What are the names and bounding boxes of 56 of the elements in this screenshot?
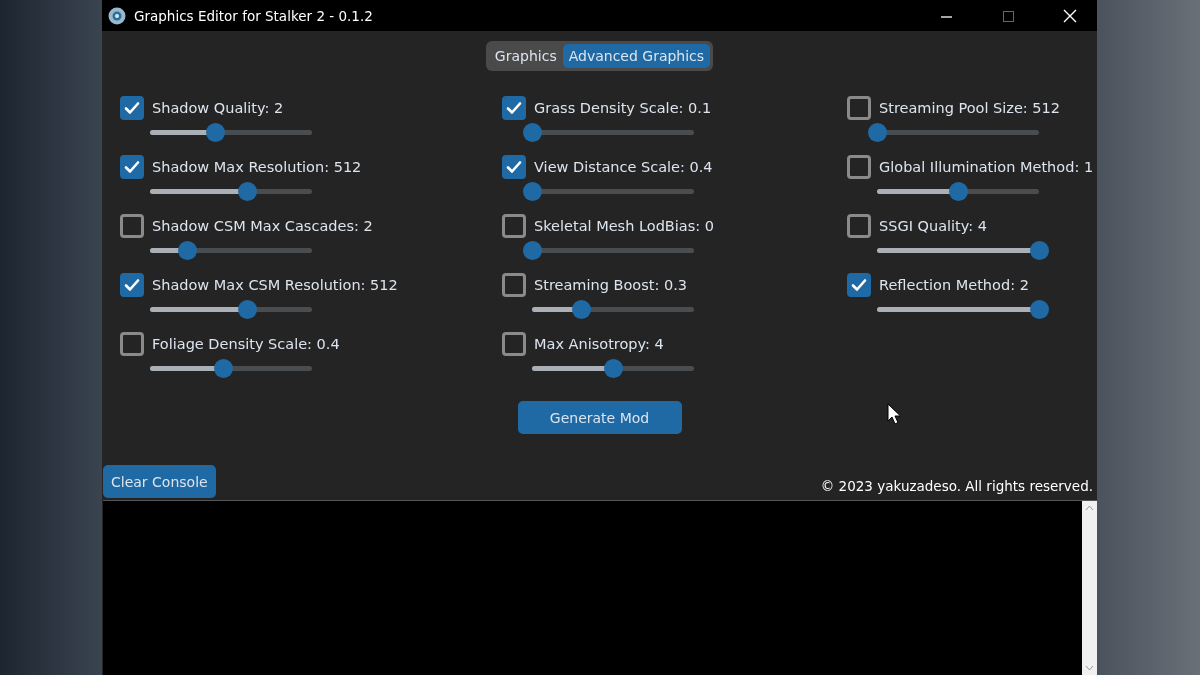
checkbox[interactable] bbox=[120, 214, 144, 238]
slider-thumb[interactable] bbox=[523, 241, 542, 260]
slider-thumb[interactable] bbox=[949, 182, 968, 201]
window-title: Graphics Editor for Stalker 2 - 0.1.2 bbox=[134, 7, 374, 24]
slider-thumb[interactable] bbox=[604, 359, 623, 378]
setting-label: SSGI Quality: 4 bbox=[879, 218, 987, 234]
setting-label: Skeletal Mesh LodBias: 0 bbox=[534, 218, 714, 234]
setting-label: Reflection Method: 2 bbox=[879, 277, 1029, 293]
slider-thumb[interactable] bbox=[238, 182, 258, 201]
checkbox[interactable] bbox=[502, 332, 526, 356]
setting-label: Max Anisotropy: 4 bbox=[534, 336, 664, 352]
checkbox[interactable] bbox=[847, 155, 871, 179]
setting-label: Global Illumination Method: 1 bbox=[879, 159, 1094, 175]
generate-mod-button[interactable]: Generate Mod bbox=[517, 401, 682, 434]
checkbox[interactable] bbox=[502, 155, 526, 179]
slider-thumb[interactable] bbox=[1030, 241, 1049, 260]
setting-label: Shadow Max Resolution: 512 bbox=[152, 159, 362, 175]
slider-thumb[interactable] bbox=[868, 123, 887, 142]
setting-label: Shadow Quality: 2 bbox=[152, 100, 284, 116]
setting-label: Streaming Boost: 0.3 bbox=[534, 277, 687, 293]
checkbox[interactable] bbox=[847, 214, 871, 238]
setting-label: Grass Density Scale: 0.1 bbox=[534, 100, 712, 116]
slider-thumb[interactable] bbox=[205, 123, 225, 142]
checkbox[interactable] bbox=[120, 273, 144, 297]
slider-thumb[interactable] bbox=[213, 359, 233, 378]
setting-label: Streaming Pool Size: 512 bbox=[879, 100, 1061, 116]
clear-console-button[interactable]: Clear Console bbox=[103, 465, 216, 498]
slider-thumb[interactable] bbox=[571, 300, 591, 319]
setting-label: Shadow Max CSM Resolution: 512 bbox=[152, 277, 398, 293]
tab[interactable]: Advanced Graphics bbox=[562, 44, 711, 68]
slider-thumb[interactable] bbox=[523, 182, 542, 201]
slider-thumb[interactable] bbox=[1030, 300, 1049, 319]
checkmark-icon bbox=[124, 101, 140, 115]
setting-label: Shadow CSM Max Cascades: 2 bbox=[152, 218, 373, 234]
checkmark-icon bbox=[124, 160, 140, 174]
slider-thumb[interactable] bbox=[523, 123, 542, 142]
app-icon bbox=[108, 6, 126, 25]
copyright-text: © 2023 yakuzadeso. All rights reserved. bbox=[820, 478, 1093, 494]
checkbox[interactable] bbox=[502, 214, 526, 238]
checkmark-icon bbox=[124, 278, 140, 292]
setting-label: View Distance Scale: 0.4 bbox=[534, 159, 713, 175]
checkbox[interactable] bbox=[502, 273, 526, 297]
checkbox[interactable] bbox=[502, 96, 526, 120]
checkmark-icon bbox=[851, 278, 867, 292]
checkbox[interactable] bbox=[120, 332, 144, 356]
checkbox[interactable] bbox=[847, 273, 871, 297]
checkbox[interactable] bbox=[847, 96, 871, 120]
setting-label: Foliage Density Scale: 0.4 bbox=[152, 336, 340, 352]
mouse-pointer-icon bbox=[887, 403, 901, 425]
checkmark-icon bbox=[506, 101, 522, 115]
slider-thumb[interactable] bbox=[178, 241, 198, 260]
checkmark-icon bbox=[506, 160, 522, 174]
tab[interactable]: Graphics bbox=[488, 44, 563, 68]
checkbox[interactable] bbox=[120, 96, 144, 120]
slider-thumb[interactable] bbox=[238, 300, 258, 319]
checkbox[interactable] bbox=[120, 155, 144, 179]
